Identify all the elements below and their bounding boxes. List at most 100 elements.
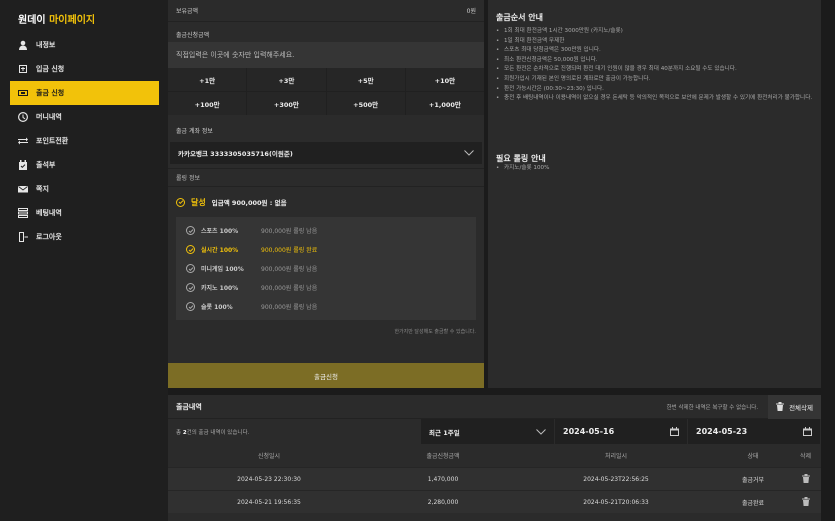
sidebar-item-point-exchange[interactable]: 포인트전환 <box>10 129 159 153</box>
rolling-note: 한가지만 달성해도 출금할 수 있습니다. <box>394 329 476 335</box>
period-select[interactable]: 최근 1주일 <box>421 419 554 444</box>
sidebar-item-label: 입금 신청 <box>36 65 65 73</box>
period-value: 최근 1주일 <box>429 428 460 437</box>
account-select[interactable]: 카카오뱅크 3333305035716(이원준) <box>170 142 482 164</box>
history-table-header: 신청일시 출금신청금액 처리일시 상태 삭제 <box>168 444 821 467</box>
rolling-item-name: 카지노 100% <box>201 285 239 292</box>
rolling-item-name: 미니게임 100% <box>201 266 244 273</box>
sidebar-item-label: 쪽지 <box>36 185 49 193</box>
quick-amount-button[interactable]: +500만 <box>326 92 405 115</box>
rolling-item-detail: 900,000원 롤링 완료 <box>261 247 318 254</box>
sidebar-item-label: 로그아웃 <box>36 233 62 241</box>
processed-cell: 2024-05-21T20:06:33 <box>583 498 649 506</box>
sidebar-item-label: 출금 신청 <box>36 89 65 97</box>
withdraw-form: 보유금액 0원 출금신청금액 직접입력은 이곳에 숫자만 입력해주세요. +1만… <box>168 0 484 388</box>
delete-all-button[interactable]: 전체삭제 <box>768 394 821 419</box>
rolling-item: 슬롯 100% 900,000원 롤링 남음 <box>176 297 476 316</box>
delete-notice: 한번 삭제한 내역은 복구할 수 없습니다. <box>666 404 759 411</box>
quick-amount-button[interactable]: +1,000만 <box>405 92 484 115</box>
delete-row-button[interactable] <box>790 473 821 485</box>
sidebar-item-label: 머니내역 <box>36 113 62 121</box>
rolling-item-detail: 900,000원 롤링 남음 <box>261 304 318 311</box>
guide-item: 스포츠 최대 당첨금액은 300만원 입니다. <box>496 46 814 56</box>
logout-icon <box>17 231 29 243</box>
history-header: 출금내역 한번 삭제한 내역은 복구할 수 없습니다. 전체삭제 <box>168 394 821 419</box>
amount-input[interactable]: 직접입력은 이곳에 숫자만 입력해주세요. <box>168 42 484 68</box>
guide-panel: 출금순서 안내 1회 최대 환전금액 1시간 3000만원 (카지노/슬롯) 1… <box>488 0 821 388</box>
rolling-item-detail: 900,000원 롤링 남음 <box>261 285 318 292</box>
sidebar-item-withdraw[interactable]: 출금 신청 <box>10 81 159 105</box>
rolling-item: 실시간 100% 900,000원 롤링 완료 <box>176 240 476 259</box>
rolling-guide-list: 카지노/슬롯 100% <box>488 164 549 173</box>
check-circle-icon <box>176 197 185 207</box>
table-row: 2024-05-21 19:56:35 2,280,000 2024-05-21… <box>168 490 821 513</box>
guide-title: 출금순서 안내 <box>496 13 543 22</box>
sidebar-item-messages[interactable]: 쪽지 <box>10 177 159 201</box>
sidebar-item-label: 내정보 <box>36 41 56 49</box>
rolling-list: 스포츠 100% 900,000원 롤링 남음 실시간 100% 900,000… <box>176 217 476 320</box>
history-title: 출금내역 <box>176 402 202 411</box>
rolling-item: 카지노 100% 900,000원 롤링 남음 <box>176 278 476 297</box>
sidebar: 원데이 마이페이지 내정보 입금 신청 출금 신청 머니내역 포인트전환 출석부… <box>0 0 168 521</box>
guide-item: 최소 환전신청금액은 50,000원 입니다. <box>496 56 814 66</box>
calendar-icon <box>803 427 812 436</box>
guide-item: 충전 후 배팅내역이나 이용내역이 없으실 경우 돈세탁 등 악의적인 목적으로… <box>496 94 814 104</box>
trash-icon <box>801 473 810 483</box>
sidebar-item-label: 베팅내역 <box>36 209 62 217</box>
quick-amount-button[interactable]: +300만 <box>247 92 326 115</box>
processed-cell: 2024-05-23T22:56:25 <box>583 475 649 483</box>
sidebar-item-label: 출석부 <box>36 161 56 169</box>
guide-item: 환전 가능시간은 (00:30~23:30) 입니다. <box>496 85 814 95</box>
guide-item: 모든 환전은 순차적으로 진행되며 환전 대기 인원이 많을 경우 최대 40분… <box>496 65 814 75</box>
sidebar-item-label: 포인트전환 <box>36 137 69 145</box>
list-icon <box>17 207 29 219</box>
date-to-value: 2024-05-23 <box>696 427 748 436</box>
rolling-item-detail: 900,000원 롤링 남음 <box>261 266 318 273</box>
status-cell: 출금거부 <box>741 476 765 484</box>
quick-amount-button[interactable]: +3만 <box>247 68 326 91</box>
brand-title: 원데이 마이페이지 <box>18 11 95 26</box>
column-header: 상태 <box>747 453 759 460</box>
quick-amount-button[interactable]: +10만 <box>405 68 484 91</box>
trash-icon <box>801 496 810 506</box>
sidebar-item-myinfo[interactable]: 내정보 <box>10 33 159 57</box>
check-circle-icon <box>186 245 195 254</box>
sidebar-item-logout[interactable]: 로그아웃 <box>10 225 159 249</box>
brand-prefix: 원데이 <box>18 15 46 26</box>
filter-controls: 최근 1주일 2024-05-16 2024-05-23 <box>421 419 821 444</box>
quick-amount-button[interactable]: +1만 <box>168 68 247 91</box>
exchange-icon <box>17 135 29 147</box>
sidebar-item-attendance[interactable]: 출석부 <box>10 153 159 177</box>
date-to-input[interactable]: 2024-05-23 <box>688 419 820 444</box>
date-from-input[interactable]: 2024-05-16 <box>555 419 687 444</box>
chevron-down-icon <box>536 428 546 435</box>
count-prefix: 총 <box>176 429 183 436</box>
withdraw-apply-button[interactable]: 출금신청 <box>168 363 484 388</box>
quick-amount-button[interactable]: +5만 <box>326 68 405 91</box>
sidebar-item-deposit[interactable]: 입금 신청 <box>10 57 159 81</box>
holding-row: 보유금액 0원 <box>168 0 484 22</box>
quick-amount-button[interactable]: +100만 <box>168 92 247 115</box>
delete-row-button[interactable] <box>790 496 821 508</box>
calendar-icon <box>670 427 679 436</box>
sidebar-item-bet-history[interactable]: 베팅내역 <box>10 201 159 225</box>
sidebar-menu: 내정보 입금 신청 출금 신청 머니내역 포인트전환 출석부 쪽지 베팅내역 로… <box>10 33 159 249</box>
check-circle-icon <box>186 226 195 235</box>
rolling-item-name: 실시간 100% <box>201 247 239 254</box>
history-count: 총 2건의 출금 내역이 있습니다. <box>168 428 249 436</box>
quick-amount-grid: +1만 +3만 +5만 +10만 +100만 +300만 +500만 +1,00… <box>168 68 484 115</box>
rolling-item-name: 슬롯 100% <box>201 304 233 311</box>
date-from-value: 2024-05-16 <box>563 427 615 436</box>
rolling-guide-title: 필요 롤링 안내 <box>496 154 546 163</box>
sidebar-item-money-history[interactable]: 머니내역 <box>10 105 159 129</box>
withdraw-history: 출금내역 한번 삭제한 내역은 복구할 수 없습니다. 전체삭제 총 2건의 출… <box>168 394 821 521</box>
user-icon <box>17 39 29 51</box>
rolling-item-name: 스포츠 100% <box>201 228 239 235</box>
rolling-item-detail: 900,000원 롤링 남음 <box>261 228 318 235</box>
holding-label: 보유금액 <box>176 8 199 15</box>
achieved-detail: 입금액 900,000원 : 없음 <box>211 199 287 207</box>
account-value: 카카오뱅크 3333305035716(이원준) <box>178 150 293 158</box>
history-filter: 총 2건의 출금 내역이 있습니다. 최근 1주일 2024-05-16 202… <box>168 419 821 444</box>
page: 원데이 마이페이지 내정보 입금 신청 출금 신청 머니내역 포인트전환 출석부… <box>0 0 835 521</box>
status-cell: 출금완료 <box>741 499 765 507</box>
